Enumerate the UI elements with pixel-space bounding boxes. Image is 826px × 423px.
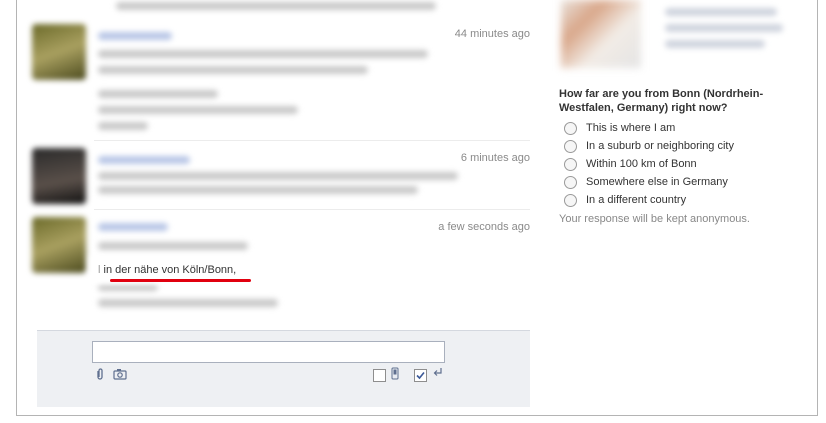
blurred-text: [98, 66, 368, 74]
poll-option-different-country[interactable]: In a different country: [564, 193, 686, 207]
blurred-text: [665, 24, 783, 32]
blurred-text: [98, 90, 218, 98]
poll-option-label: In a different country: [586, 194, 687, 206]
mobile-icon[interactable]: [391, 367, 399, 383]
enter-icon: [433, 367, 443, 381]
poll-option-elsewhere-germany[interactable]: Somewhere else in Germany: [564, 175, 728, 189]
blurred-text: [665, 40, 765, 48]
divider: [94, 140, 530, 141]
blurred-text: [98, 106, 298, 114]
poll-option-suburb[interactable]: In a suburb or neighboring city: [564, 139, 734, 153]
red-underline: [110, 279, 251, 282]
avatar[interactable]: [32, 24, 86, 80]
text-prefix: l: [98, 264, 101, 276]
timestamp: 44 minutes ago: [454, 28, 530, 40]
poll-question: How far are you from Bonn (Nordrhein-Wes…: [559, 88, 764, 114]
timestamp: a few seconds ago: [438, 221, 530, 233]
radio-button[interactable]: [564, 193, 577, 207]
comment-feed: 44 minutes ago 6 minutes ago a few secon…: [20, 0, 530, 330]
author-name[interactable]: [98, 156, 190, 164]
radio-button[interactable]: [564, 157, 577, 171]
timestamp: 6 minutes ago: [460, 152, 530, 164]
avatar[interactable]: [32, 148, 86, 204]
ad-image[interactable]: [561, 0, 641, 68]
blurred-text: [98, 50, 428, 58]
poll-option-label: In a suburb or neighboring city: [586, 140, 734, 152]
message-composer: [37, 330, 530, 407]
press-enter-checkbox[interactable]: [414, 369, 427, 382]
check-icon: [416, 371, 425, 380]
highlighted-text: l in der nähe von Köln/Bonn,: [96, 262, 241, 278]
blurred-text: [98, 283, 158, 291]
radio-button[interactable]: [564, 121, 577, 135]
author-name[interactable]: [98, 223, 168, 231]
poll-option-label: This is where I am: [586, 122, 676, 134]
message-input[interactable]: [92, 341, 445, 363]
radio-button[interactable]: [564, 139, 577, 153]
radio-button[interactable]: [564, 175, 577, 189]
highlighted-phrase: in der nähe von Köln/Bonn,: [103, 264, 237, 276]
blurred-text: [98, 122, 148, 130]
blurred-text: [98, 242, 248, 250]
anonymous-note: Your response will be kept anonymous.: [559, 213, 750, 225]
poll-option-this-is-where-i-am[interactable]: This is where I am: [564, 121, 675, 135]
blurred-text: [98, 186, 418, 194]
poll-option-label: Within 100 km of Bonn: [586, 158, 697, 170]
poll-option-label: Somewhere else in Germany: [586, 176, 728, 188]
blurred-text: [116, 2, 436, 10]
poll-option-within-100km[interactable]: Within 100 km of Bonn: [564, 157, 697, 171]
camera-icon[interactable]: [113, 368, 127, 383]
blurred-text: [98, 299, 278, 307]
author-name[interactable]: [98, 32, 172, 40]
blurred-text: [665, 8, 777, 16]
blurred-text: [98, 172, 458, 180]
avatar[interactable]: [32, 217, 86, 273]
attach-icon[interactable]: [95, 368, 105, 384]
option-checkbox[interactable]: [373, 369, 386, 382]
divider: [94, 209, 530, 210]
